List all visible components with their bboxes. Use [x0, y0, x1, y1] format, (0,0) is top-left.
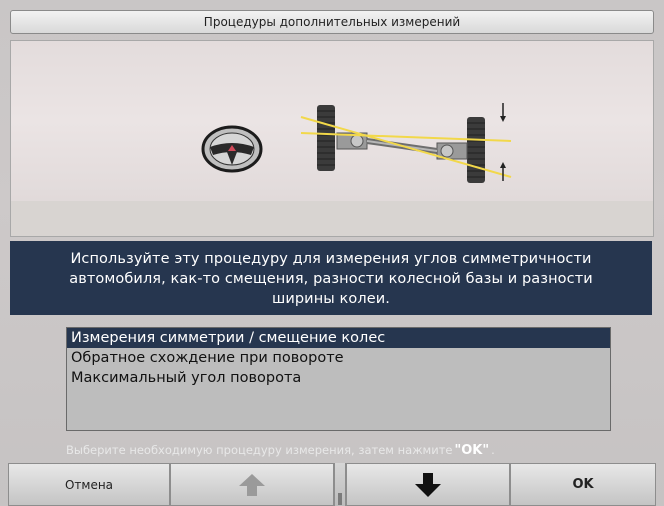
window-title: Процедуры дополнительных измерений — [203, 15, 461, 29]
description-line: Используйте эту процедуру для измерения … — [70, 251, 592, 267]
description-line: ширины колеи. — [271, 291, 390, 307]
ok-button[interactable]: OK — [510, 463, 656, 506]
hint-ok-label: "OK" — [454, 442, 490, 458]
list-item-symmetry[interactable]: Измерения симметрии / смещение колес — [67, 328, 610, 348]
ok-button-label: OK — [572, 477, 594, 492]
axle-alignment-icon — [300, 103, 512, 183]
toolbar-divider-notch — [338, 493, 342, 505]
list-item-toe-out-on-turns[interactable]: Обратное схождение при повороте — [67, 348, 610, 368]
hint-end: . — [491, 443, 495, 457]
move-up-button[interactable] — [170, 463, 334, 506]
procedure-description: Используйте эту процедуру для измерения … — [10, 241, 652, 315]
arrow-down-icon — [415, 472, 441, 497]
move-down-button[interactable] — [346, 463, 510, 506]
cancel-button[interactable]: Отмена — [8, 463, 170, 506]
bottom-toolbar: Отмена OK — [0, 463, 664, 506]
list-item-max-steering-angle[interactable]: Максимальный угол поворота — [67, 368, 610, 388]
description-line: автомобиля, как-то смещения, разности ко… — [69, 271, 593, 287]
steering-wheel-icon — [201, 125, 263, 173]
procedure-list[interactable]: Измерения симметрии / смещение колес Обр… — [66, 327, 611, 431]
illustration-panel — [10, 40, 654, 237]
window-title-bar: Процедуры дополнительных измерений — [10, 10, 654, 34]
instruction-hint: Выберите необходимую процедуру измерения… — [66, 441, 626, 459]
arrow-up-icon — [239, 473, 265, 496]
hint-text: Выберите необходимую процедуру измерения… — [66, 443, 453, 457]
toolbar-divider — [334, 463, 346, 506]
cancel-button-label: Отмена — [64, 477, 114, 492]
